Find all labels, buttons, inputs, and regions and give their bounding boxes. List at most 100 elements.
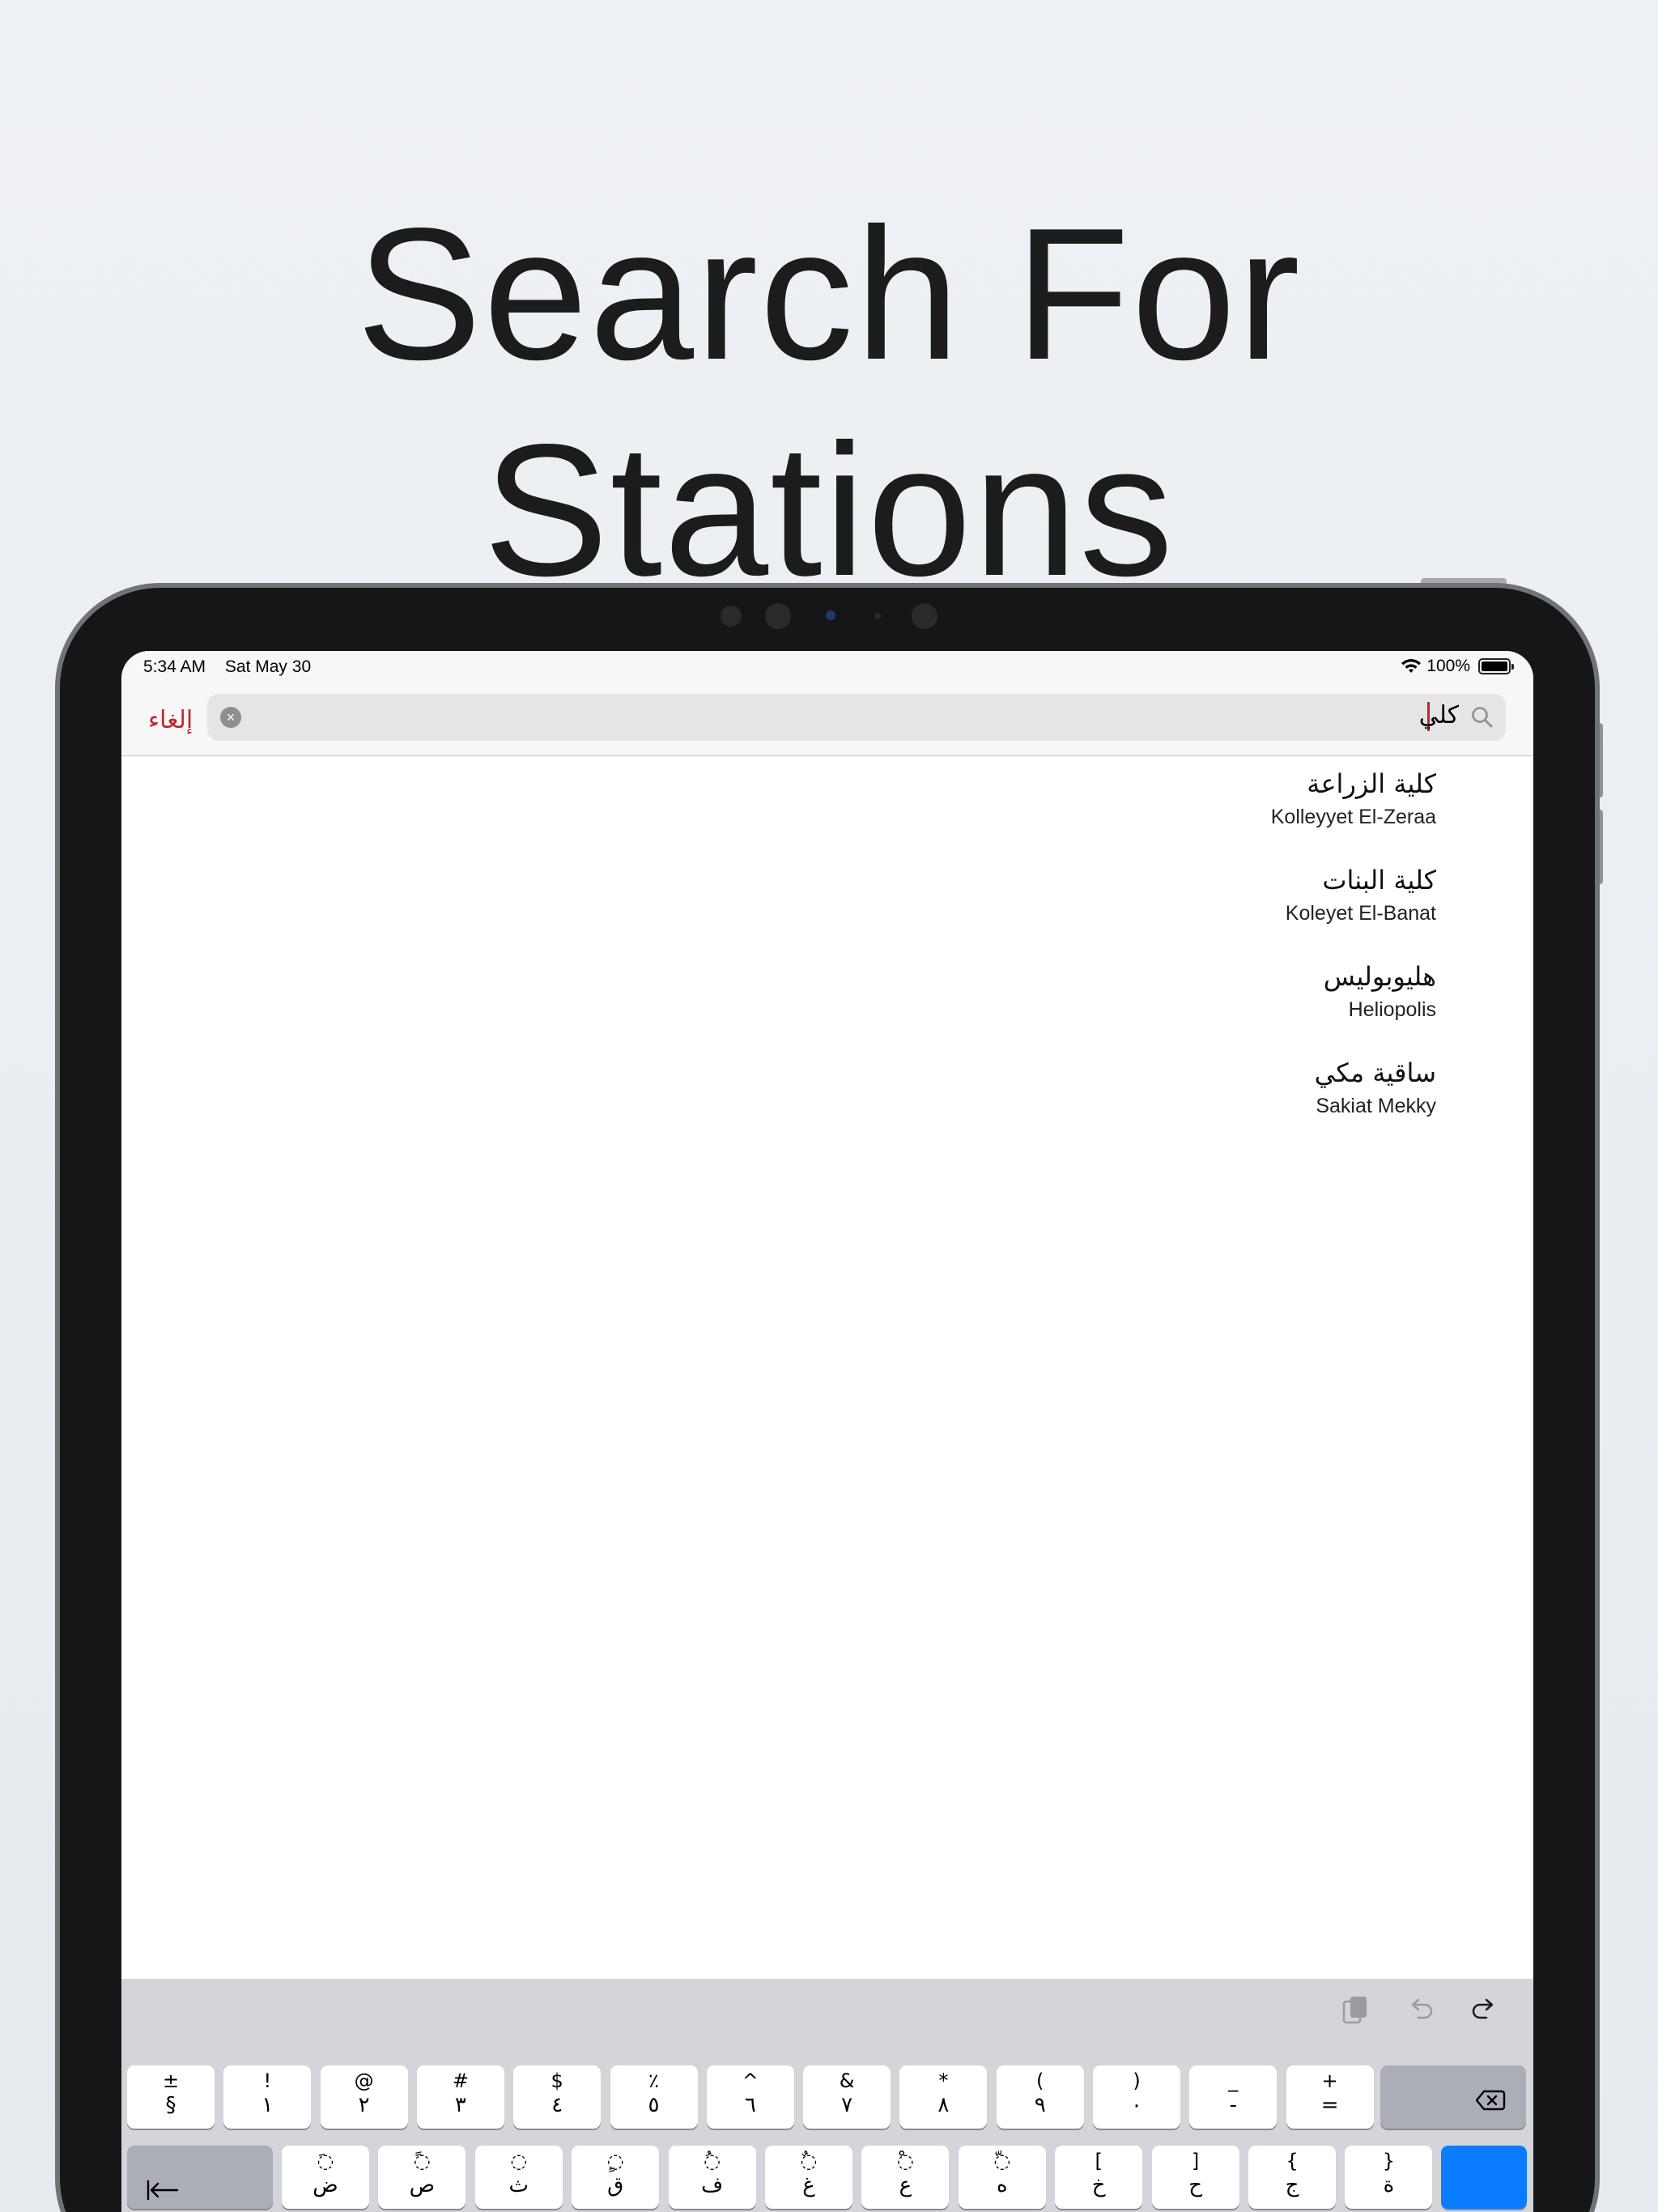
keyboard-key[interactable]: ◌ ث xyxy=(474,2146,563,2209)
key-main-label: ة xyxy=(1383,2173,1395,2197)
key-shift-label: * xyxy=(938,2069,949,2092)
keyboard-key[interactable]: & ٧ xyxy=(803,2065,891,2129)
keyboard-key[interactable]: _ - xyxy=(1189,2065,1278,2129)
keyboard-key[interactable]: @٢ xyxy=(320,2065,408,2129)
keyboard-key[interactable]: ◌ُ ف xyxy=(668,2146,756,2209)
redo-icon[interactable] xyxy=(1469,1993,1501,2026)
sensor-dot xyxy=(874,613,881,619)
key-shift-label: ◌ُ xyxy=(704,2150,721,2172)
status-bar: 5:34 AM Sat May 30 100% xyxy=(121,651,1533,683)
keyboard-key[interactable]: $٤ xyxy=(513,2065,602,2129)
key-main-label: ق xyxy=(607,2173,624,2197)
key-shift-label: ◌َ xyxy=(317,2150,334,2172)
key-main-label: ج xyxy=(1285,2173,1299,2197)
key-shift-label: ± xyxy=(162,2069,180,2092)
clear-search-icon[interactable]: × xyxy=(220,707,241,728)
keyboard-key[interactable]: ) ٠ xyxy=(1093,2065,1180,2129)
status-date: Sat May 30 xyxy=(224,657,312,676)
search-input-value[interactable]: كلي xyxy=(1419,701,1459,730)
keyboard-shortcut-bar xyxy=(1339,1993,1501,2026)
search-field[interactable]: × كلي xyxy=(207,694,1506,741)
key-shift-label: @ xyxy=(354,2069,374,2092)
search-navbar: إلغاء × كلي xyxy=(121,683,1533,756)
key-shift-label: ◌ً xyxy=(413,2150,431,2172)
key-shift-label: ◌ْ xyxy=(896,2150,914,2172)
keyboard-key[interactable]: ± § xyxy=(127,2065,215,2129)
keyboard: ± §! ١ @٢ #٣ $٤ ٪ ٥ ^ ٦ & ٧ * ٨(٩) ٠ _ - + = ◌َ ض ◌ً ص ◌ ث ◌ٍ ق ◌ُ ف… xyxy=(121,1979,1533,2212)
return-key[interactable] xyxy=(1441,2146,1527,2209)
battery-percent: 100% xyxy=(1426,657,1470,675)
key-main-label: ح xyxy=(1188,2173,1202,2197)
sensor-dot xyxy=(765,603,791,629)
result-item[interactable]: ساقية مكي Sakiat Mekky xyxy=(1315,1057,1436,1118)
result-english-name: Sakiat Mekky xyxy=(1316,1095,1436,1117)
status-time: 5:34 AM xyxy=(143,657,206,676)
page-headline: Search For Stations xyxy=(356,189,1302,615)
device-screen: 5:34 AM Sat May 30 100% إلغاء × كلي كلية… xyxy=(121,651,1533,2212)
key-shift-label: [ xyxy=(1095,2150,1103,2172)
keyboard-key[interactable]: ◌ٌ غ xyxy=(765,2146,852,2209)
cancel-button[interactable]: إلغاء xyxy=(148,706,193,734)
key-main-label: ٠ xyxy=(1131,2093,1142,2117)
key-shift-label: ] xyxy=(1191,2150,1200,2172)
keyboard-key[interactable]: } ة xyxy=(1345,2146,1433,2209)
keyboard-key[interactable]: ◌ٍ ق xyxy=(572,2146,660,2209)
tab-arrow-icon xyxy=(147,2180,179,2201)
undo-icon[interactable] xyxy=(1404,1993,1436,2026)
key-main-label: ع xyxy=(899,2173,912,2197)
key-shift-label: ٪ xyxy=(648,2069,659,2092)
keyboard-key[interactable]: ! ١ xyxy=(223,2065,312,2129)
keyboard-key[interactable]: + = xyxy=(1286,2065,1374,2129)
key-shift-label: ◌ٍ xyxy=(606,2150,624,2172)
tab-key[interactable] xyxy=(127,2146,273,2209)
key-main-label: غ xyxy=(802,2173,815,2197)
result-item[interactable]: هليوبوليس Heliopolis xyxy=(1324,961,1436,1022)
key-main-label: ص xyxy=(409,2173,436,2197)
keyboard-key[interactable]: ^ ٦ xyxy=(706,2065,794,2129)
key-main-label: ث xyxy=(508,2173,529,2197)
keyboard-key[interactable]: ◌ّ ه xyxy=(958,2146,1046,2209)
result-arabic-name: هليوبوليس xyxy=(1323,961,1436,992)
result-english-name: Heliopolis xyxy=(1348,998,1436,1021)
result-item[interactable]: كلية الزراعة Kolleyyet El-Zeraa xyxy=(1271,768,1436,829)
key-main-label: ه xyxy=(996,2173,1008,2197)
sensor-dot xyxy=(721,606,742,627)
key-main-label: خ xyxy=(1091,2173,1106,2197)
keyboard-key[interactable]: ] ح xyxy=(1151,2146,1239,2209)
key-shift-label: ( xyxy=(1036,2069,1044,2092)
key-shift-label: ) xyxy=(1133,2069,1141,2092)
key-shift-label: _ xyxy=(1228,2069,1239,2092)
search-icon xyxy=(1472,707,1493,728)
keyboard-key[interactable]: (٩ xyxy=(996,2065,1084,2129)
camera-lens xyxy=(826,610,835,620)
key-main-label: ٦ xyxy=(744,2093,756,2117)
key-main-label: ٩ xyxy=(1034,2093,1046,2117)
key-main-label: - xyxy=(1229,2093,1237,2117)
key-main-label: ٢ xyxy=(358,2093,370,2117)
keyboard-key[interactable]: [خ xyxy=(1055,2146,1143,2209)
delete-key[interactable] xyxy=(1380,2065,1526,2129)
keyboard-key[interactable]: {ج xyxy=(1248,2146,1336,2209)
key-main-label: § xyxy=(165,2093,176,2117)
keyboard-key[interactable]: ◌ْ ع xyxy=(861,2146,950,2209)
delete-backward-icon xyxy=(1475,2090,1506,2111)
paste-icon[interactable] xyxy=(1339,1993,1371,2026)
keyboard-key[interactable]: ◌َ ض xyxy=(282,2146,369,2209)
key-main-label: ف xyxy=(701,2173,724,2197)
key-main-label: ٤ xyxy=(551,2093,563,2117)
key-main-label: ١ xyxy=(261,2093,274,2117)
key-shift-label: ◌ xyxy=(510,2150,528,2172)
keyboard-key[interactable]: #٣ xyxy=(416,2065,504,2129)
key-main-label: ٨ xyxy=(937,2093,950,2117)
result-item[interactable]: كلية البنات Koleyet El-Banat xyxy=(1286,865,1436,925)
keyboard-key[interactable]: ٪ ٥ xyxy=(610,2065,698,2129)
keyboard-key[interactable]: ◌ً ص xyxy=(378,2146,466,2209)
key-main-label: ض xyxy=(312,2173,338,2197)
result-arabic-name: كلية الزراعة xyxy=(1307,768,1436,799)
key-main-label: = xyxy=(1320,2093,1339,2117)
sensor-dot xyxy=(912,603,937,629)
key-shift-label: } xyxy=(1382,2150,1396,2172)
keyboard-key[interactable]: * ٨ xyxy=(899,2065,988,2129)
battery-icon xyxy=(1478,658,1514,674)
result-arabic-name: كلية البنات xyxy=(1322,865,1436,895)
